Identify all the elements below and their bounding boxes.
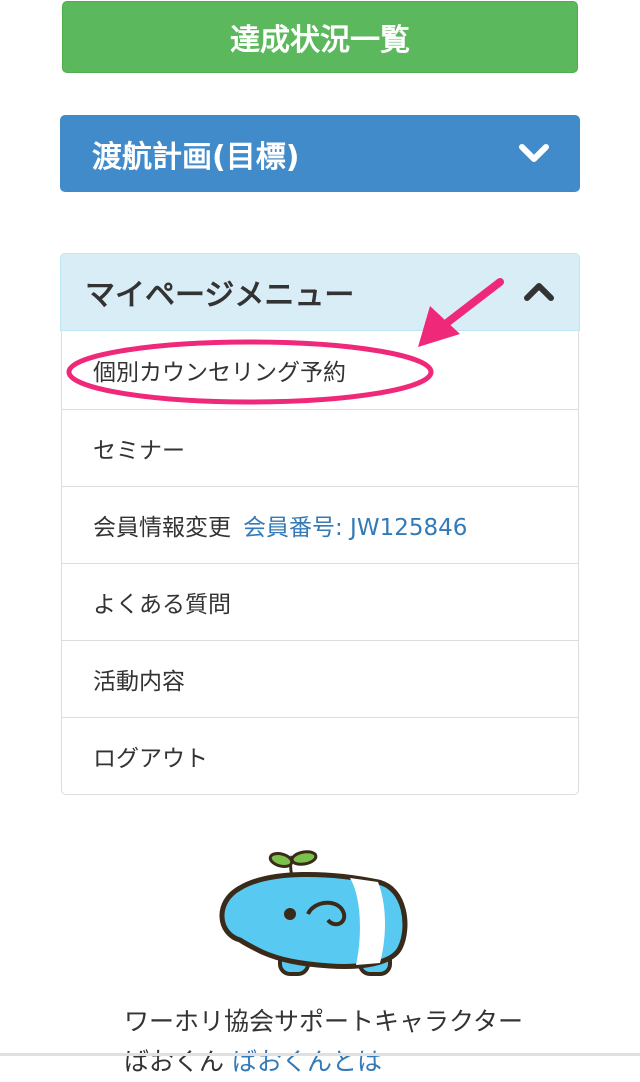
character-about-link[interactable]: ばおくんとは — [232, 1047, 382, 1076]
caption-line-1: ワーホリ協会サポートキャラクター — [124, 1007, 524, 1036]
achievement-list-button[interactable]: 達成状況一覧 — [62, 1, 578, 73]
chevron-down-icon[interactable] — [518, 139, 550, 175]
mypage-menu-title: マイページメニュー — [85, 278, 355, 313]
chevron-up-icon[interactable] — [523, 278, 555, 314]
menu-item-label: 活動内容 — [93, 669, 185, 695]
mypage-menu-header[interactable]: マイページメニュー — [60, 253, 580, 331]
menu-item-label: セミナー — [93, 438, 185, 464]
menu-item-counseling-reservation[interactable]: 個別カウンセリング予約 — [62, 331, 578, 409]
member-number-link[interactable]: 会員番号: JW125846 — [243, 508, 467, 542]
menu-item-label: 個別カウンセリング予約 — [93, 360, 346, 386]
character-name: ばおくん — [124, 1047, 225, 1076]
travel-plan-label: 渡航計画(目標) — [92, 139, 300, 175]
menu-item-logout[interactable]: ログアウト — [62, 717, 578, 794]
travel-plan-panel[interactable]: 渡航計画(目標) — [60, 115, 580, 192]
mascot-image — [219, 850, 408, 976]
menu-item-label: 会員情報変更 — [93, 515, 231, 541]
menu-item-seminar[interactable]: セミナー — [62, 409, 578, 486]
menu-item-faq[interactable]: よくある質問 — [62, 563, 578, 640]
menu-item-label: よくある質問 — [93, 592, 231, 618]
mypage-menu-list: 個別カウンセリング予約 セミナー 会員情報変更 会員番号: JW125846 よ… — [61, 331, 579, 795]
support-character-caption: ワーホリ協会サポートキャラクター ばおくん ばおくんとは — [124, 1002, 584, 1082]
menu-item-member-info-change[interactable]: 会員情報変更 会員番号: JW125846 — [62, 486, 578, 563]
caption-line-2: ばおくん ばおくんとは — [124, 1042, 584, 1082]
menu-item-label: ログアウト — [93, 746, 208, 772]
menu-item-activities[interactable]: 活動内容 — [62, 640, 578, 717]
achievement-list-label: 達成状況一覧 — [230, 23, 410, 58]
